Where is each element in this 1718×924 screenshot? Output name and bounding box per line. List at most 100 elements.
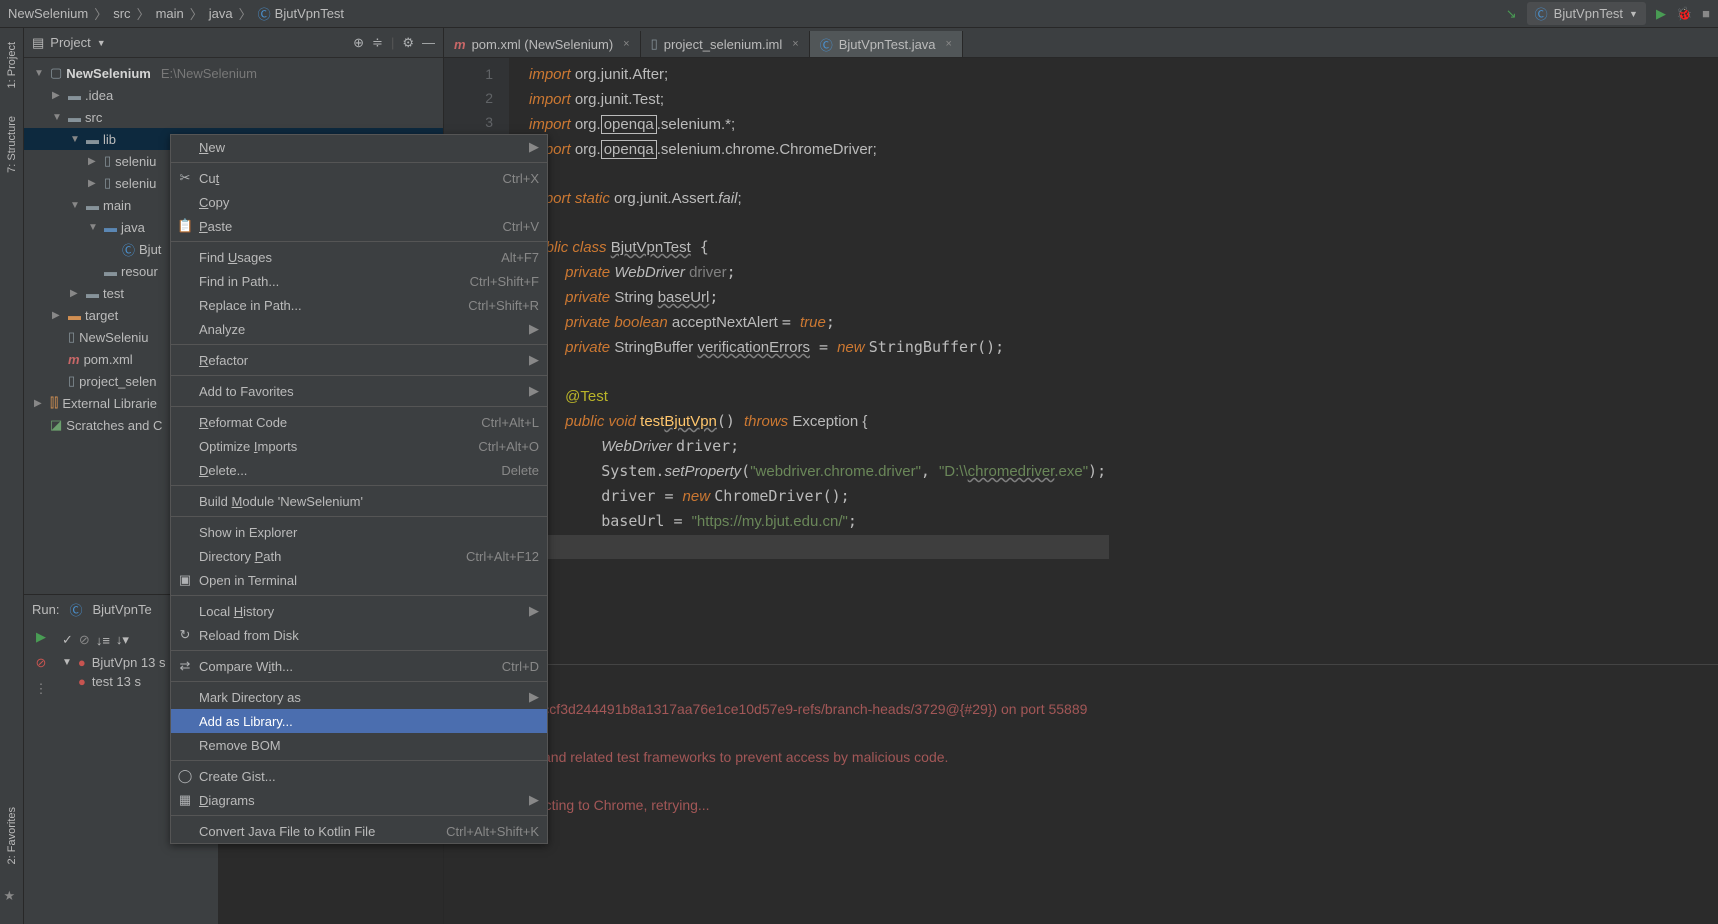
menu-item[interactable]: ◯Create Gist...: [171, 764, 547, 788]
build-icon[interactable]: ↘: [1506, 6, 1517, 22]
menu-item[interactable]: ↻Reload from Disk: [171, 623, 547, 647]
chevron-right-icon[interactable]: ▶: [52, 90, 64, 101]
menu-item-label: Refactor: [199, 353, 248, 368]
chevron-right-icon[interactable]: ▶: [34, 398, 46, 409]
menu-item[interactable]: Copy: [171, 190, 547, 214]
star-icon[interactable]: ★: [4, 888, 20, 904]
menu-item[interactable]: Optimize ImportsCtrl+Alt+O: [171, 434, 547, 458]
chevron-right-icon[interactable]: ▶: [88, 156, 100, 167]
context-menu[interactable]: New▶ ✂CutCtrl+XCopy📋PasteCtrl+V Find Usage…: [170, 134, 548, 844]
filter-icon[interactable]: ↓▾: [116, 632, 129, 648]
run-config-dropdown[interactable]: Ⓒ BjutVpnTest ▼: [1527, 2, 1646, 25]
menu-item[interactable]: 📋PasteCtrl+V: [171, 214, 547, 238]
menu-item[interactable]: Add as Library...: [171, 709, 547, 733]
breadcrumb-item[interactable]: java: [209, 6, 233, 21]
tree-item[interactable]: ▶▬.idea: [24, 84, 443, 106]
toolbar-right: ↘ Ⓒ BjutVpnTest ▼ ▶ 🐞 ■: [1506, 2, 1710, 25]
menu-separator: [171, 650, 547, 651]
gear-icon[interactable]: ⚙: [402, 35, 414, 51]
error-icon[interactable]: ⊘: [36, 655, 47, 671]
menu-shortcut: Alt+F7: [501, 250, 539, 265]
tree-item[interactable]: ▼▬src: [24, 106, 443, 128]
sort-icon[interactable]: ↓≡: [96, 633, 110, 648]
slash-icon[interactable]: ⊘: [79, 632, 90, 648]
console-output[interactable]: bin\java.exe ...29.6 (255758eccf3d244491…: [444, 665, 1718, 825]
project-panel-title: Project: [50, 35, 90, 50]
menu-item-label: Paste: [199, 219, 232, 234]
submenu-arrow-icon: ▶: [529, 792, 539, 808]
chevron-down-icon[interactable]: ▼: [97, 38, 106, 48]
menu-item-label: Diagrams: [199, 793, 255, 808]
close-icon[interactable]: ×: [946, 38, 952, 50]
breadcrumb-item[interactable]: main: [156, 6, 184, 21]
hide-icon[interactable]: —: [422, 35, 435, 51]
menu-item[interactable]: ▦Diagrams▶: [171, 788, 547, 812]
editor-tab[interactable]: ▯project_selenium.iml×: [641, 31, 810, 57]
editor-tab[interactable]: ⒸBjutVpnTest.java×: [810, 31, 963, 57]
run-left-toolbar: ▶ ⊘ ⋮: [24, 623, 58, 924]
breadcrumb-item[interactable]: src: [113, 6, 130, 21]
menu-separator: [171, 406, 547, 407]
menu-item[interactable]: Local History▶: [171, 599, 547, 623]
breadcrumb-item[interactable]: NewSelenium: [8, 6, 88, 21]
menu-item[interactable]: Find UsagesAlt+F7: [171, 245, 547, 269]
menu-shortcut: Ctrl+Alt+L: [481, 415, 539, 430]
code-area[interactable]: 12345 import org.junit.After; import org…: [444, 58, 1718, 664]
menu-item[interactable]: Replace in Path...Ctrl+Shift+R: [171, 293, 547, 317]
project-toolwindow-tab[interactable]: 1: Project: [4, 38, 20, 92]
menu-item[interactable]: Find in Path...Ctrl+Shift+F: [171, 269, 547, 293]
structure-toolwindow-tab[interactable]: 7: Structure: [4, 112, 20, 177]
submenu-arrow-icon: ▶: [529, 689, 539, 705]
menu-separator: [171, 241, 547, 242]
code-content[interactable]: import org.junit.After; import org.junit…: [509, 58, 1718, 664]
folder-icon: ▬: [86, 198, 99, 213]
favorites-toolwindow-tab[interactable]: 2: Favorites: [4, 803, 20, 868]
close-icon[interactable]: ×: [623, 38, 629, 50]
chevron-down-icon[interactable]: ▼: [34, 68, 46, 79]
menu-item[interactable]: Analyze▶: [171, 317, 547, 341]
menu-item[interactable]: ⇄Compare With...Ctrl+D: [171, 654, 547, 678]
menu-item[interactable]: Directory PathCtrl+Alt+F12: [171, 544, 547, 568]
run-button[interactable]: ▶: [1656, 6, 1666, 22]
chevron-right-icon[interactable]: ▶: [88, 178, 100, 189]
target-icon[interactable]: ⊕: [353, 35, 364, 51]
menu-shortcut: Ctrl+Shift+R: [468, 298, 539, 313]
menu-separator: [171, 595, 547, 596]
menu-item[interactable]: ▣Open in Terminal: [171, 568, 547, 592]
menu-item-label: Add to Favorites: [199, 384, 294, 399]
menu-item[interactable]: Add to Favorites▶: [171, 379, 547, 403]
menu-item[interactable]: Delete...Delete: [171, 458, 547, 482]
menu-item-label: Reload from Disk: [199, 628, 299, 643]
submenu-arrow-icon: ▶: [529, 139, 539, 155]
menu-item[interactable]: Remove BOM: [171, 733, 547, 757]
settings-icon[interactable]: ≑: [372, 35, 383, 51]
menu-item[interactable]: Mark Directory as▶: [171, 685, 547, 709]
debug-button[interactable]: 🐞: [1676, 6, 1692, 22]
close-icon[interactable]: ×: [792, 38, 798, 50]
chevron-down-icon[interactable]: ▼: [62, 657, 72, 668]
rerun-button[interactable]: ▶: [36, 629, 46, 645]
check-icon[interactable]: ✓: [62, 632, 73, 648]
menu-item[interactable]: ✂CutCtrl+X: [171, 166, 547, 190]
stop-button[interactable]: ■: [1702, 6, 1710, 21]
maven-icon: m: [454, 37, 466, 52]
chevron-right-icon[interactable]: ▶: [70, 288, 82, 299]
chevron-down-icon[interactable]: ▼: [70, 200, 82, 211]
breadcrumb-item[interactable]: BjutVpnTest: [275, 6, 344, 21]
dots-icon[interactable]: ⋮: [35, 681, 48, 697]
tree-root[interactable]: ▼ ▢ NewSelenium E:\NewSelenium: [24, 62, 443, 84]
library-icon: ⫿⫿: [50, 395, 58, 411]
menu-item[interactable]: Refactor▶: [171, 348, 547, 372]
chevron-down-icon[interactable]: ▼: [88, 222, 100, 233]
menu-item[interactable]: New▶: [171, 135, 547, 159]
menu-item[interactable]: Reformat CodeCtrl+Alt+L: [171, 410, 547, 434]
menu-item[interactable]: Convert Java File to Kotlin FileCtrl+Alt…: [171, 819, 547, 843]
divider: |: [391, 35, 394, 51]
menu-item[interactable]: Show in Explorer: [171, 520, 547, 544]
chevron-down-icon[interactable]: ▼: [70, 134, 82, 145]
chevron-right-icon[interactable]: ▶: [52, 310, 64, 321]
chevron-down-icon[interactable]: ▼: [52, 112, 64, 123]
tab-label: BjutVpnTest.java: [839, 37, 936, 52]
editor-tab[interactable]: mpom.xml (NewSelenium)×: [444, 31, 641, 57]
menu-item[interactable]: Build Module 'NewSelenium': [171, 489, 547, 513]
